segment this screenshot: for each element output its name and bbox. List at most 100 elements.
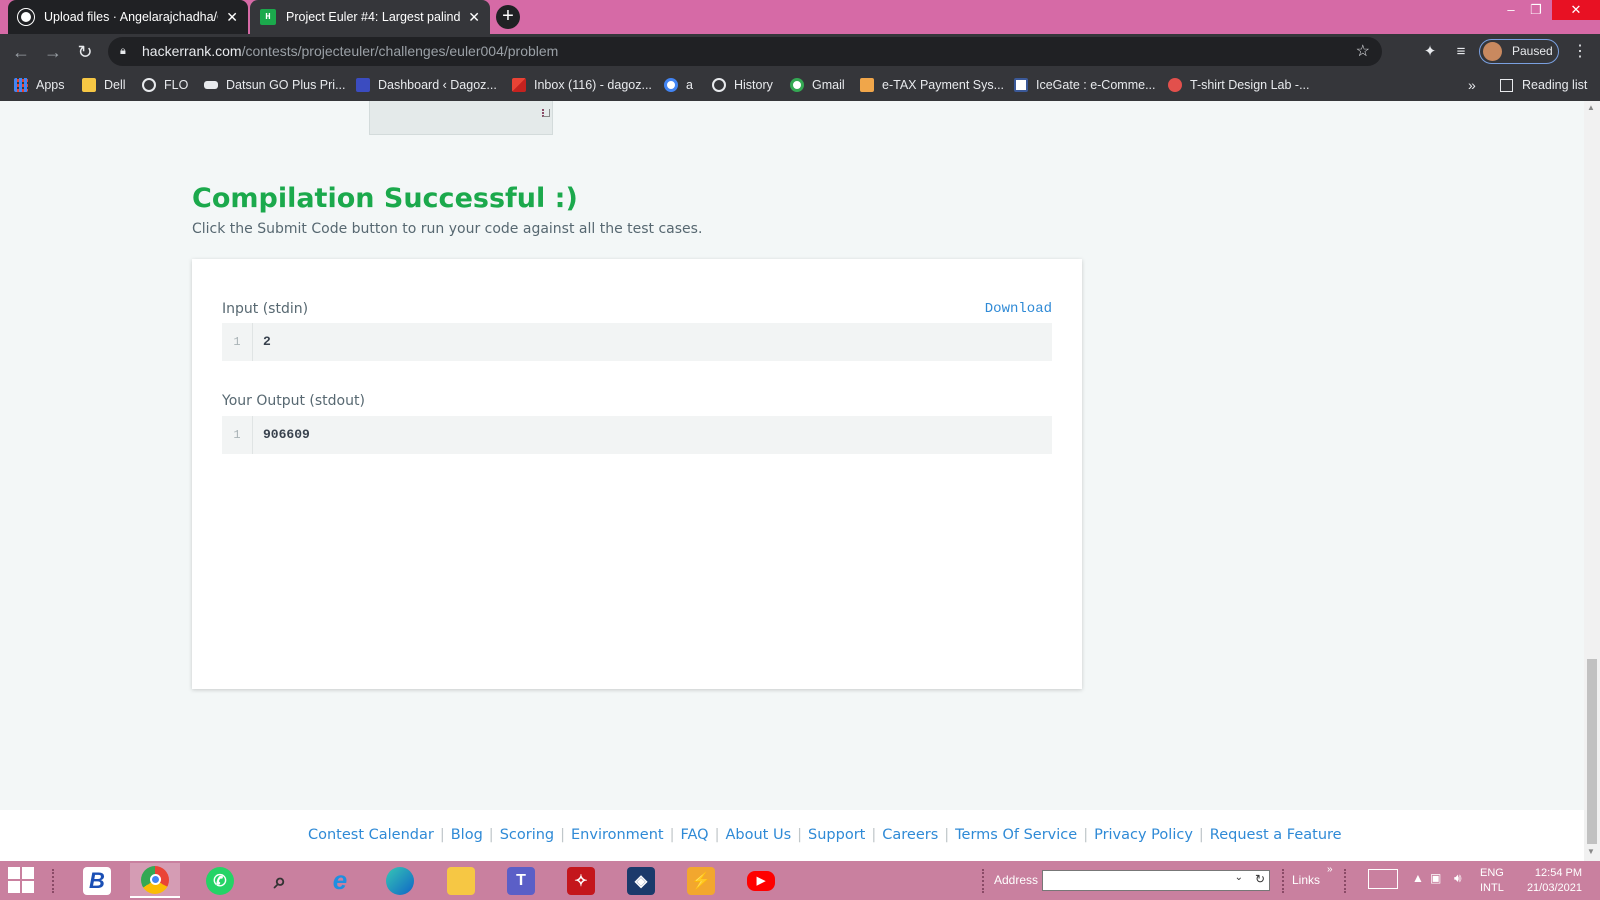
bookmark-flo[interactable]: FLO xyxy=(142,69,188,101)
footer-link-privacy[interactable]: Privacy Policy xyxy=(1094,827,1193,843)
clock-time: 12:54 PM xyxy=(1534,867,1582,879)
bookmark-history[interactable]: History xyxy=(712,69,773,101)
scrollbar-thumb[interactable] xyxy=(1587,659,1597,844)
github-icon xyxy=(18,9,34,25)
taskbar-chrome[interactable] xyxy=(130,863,180,898)
menu-kebab-icon[interactable]: ⋮ xyxy=(1572,41,1588,61)
line-number: 1 xyxy=(222,416,253,454)
taskbar-ie[interactable]: e xyxy=(315,863,365,898)
links-chevron-icon[interactable]: » xyxy=(1327,864,1333,875)
close-window-icon[interactable]: ✕ xyxy=(1552,0,1600,20)
more-bookmarks-icon[interactable]: » xyxy=(1468,69,1476,101)
back-icon[interactable]: ← xyxy=(10,41,32,63)
scroll-down-icon[interactable]: ▼ xyxy=(1587,847,1595,856)
bookmark-tshirt[interactable]: T-shirt Design Lab -... xyxy=(1168,69,1310,101)
windows-start-icon[interactable] xyxy=(8,867,36,895)
compile-status-title: Compilation Successful :) xyxy=(192,183,578,214)
bookmark-a[interactable]: a xyxy=(664,69,693,101)
extensions-icon[interactable]: ✦ xyxy=(1419,41,1441,63)
bookmark-star-icon[interactable]: ☆ xyxy=(1356,37,1370,66)
footer-link-support[interactable]: Support xyxy=(808,827,865,843)
close-tab-icon[interactable]: ✕ xyxy=(226,9,238,26)
bookmark-datsun[interactable]: Datsun GO Plus Pri... xyxy=(204,69,345,101)
pdf-icon: ✧ xyxy=(567,866,595,895)
taskbar-address-input[interactable]: ⌄ ↻ xyxy=(1042,870,1270,891)
reload-icon[interactable]: ↻ xyxy=(74,41,96,63)
footer-link-careers[interactable]: Careers xyxy=(882,827,938,843)
taskbar-virtualbox[interactable]: ◈ xyxy=(616,863,666,898)
separator: | xyxy=(669,827,675,843)
links-toolbar-label[interactable]: Links xyxy=(1292,873,1320,887)
output-label: Your Output (stdout) xyxy=(222,393,365,409)
resize-handle[interactable] xyxy=(542,109,550,117)
taskbar-file-explorer[interactable] xyxy=(436,863,486,898)
media-control-icon[interactable]: ≡ xyxy=(1450,41,1472,63)
bookmark-etax[interactable]: e-TAX Payment Sys... xyxy=(860,69,1004,101)
system-clock[interactable]: 12:54 PM 21/03/2021 xyxy=(1524,866,1582,896)
page-scrollbar[interactable]: ▲ ▼ xyxy=(1584,101,1600,861)
footer-link-terms[interactable]: Terms Of Service xyxy=(955,827,1077,843)
footer-link-scoring[interactable]: Scoring xyxy=(500,827,554,843)
bookmark-dell[interactable]: Dell xyxy=(82,69,126,101)
taskbar-magnifier[interactable]: ⌕ xyxy=(255,863,305,898)
tab-hackerrank[interactable]: H Project Euler #4: Largest palindro ✕ xyxy=(250,0,490,34)
profile-button[interactable]: Paused xyxy=(1479,39,1559,64)
bookmark-label: Dashboard ‹ Dagoz... xyxy=(378,78,497,92)
address-bar[interactable]: 🔒︎ hackerrank.com/contests/projecteuler/… xyxy=(108,37,1382,66)
bookmark-dashboard[interactable]: Dashboard ‹ Dagoz... xyxy=(356,69,497,101)
result-card: Input (stdin) Download 1 2 Your Output (… xyxy=(192,259,1082,689)
page-content: Compilation Successful :) Click the Subm… xyxy=(0,101,1584,861)
bookmarks-bar: Apps Dell FLO Datsun GO Plus Pri... Dash… xyxy=(0,69,1600,101)
scroll-up-icon[interactable]: ▲ xyxy=(1587,103,1595,112)
taskbar-youtube[interactable]: ▶ xyxy=(736,863,786,898)
youtube-icon: ▶ xyxy=(747,870,775,891)
bookmark-inbox[interactable]: Inbox (116) - dagoz... xyxy=(512,69,652,101)
taskbar-grip xyxy=(52,869,56,893)
folder-icon xyxy=(447,866,475,895)
reading-list-button[interactable]: Reading list xyxy=(1500,69,1587,101)
go-refresh-icon[interactable]: ↻ xyxy=(1255,872,1265,886)
taskbar-edge[interactable] xyxy=(375,863,425,898)
custom-input-textarea[interactable] xyxy=(369,101,553,135)
separator: | xyxy=(488,827,494,843)
footer-link-blog[interactable]: Blog xyxy=(451,827,483,843)
taskbar-whatsapp[interactable]: ✆ xyxy=(195,863,245,898)
bookmark-icegate[interactable]: IceGate : e-Comme... xyxy=(1014,69,1155,101)
teams-icon: T xyxy=(507,866,535,895)
tray-chevron-icon[interactable]: ▲ xyxy=(1412,871,1424,885)
separator: | xyxy=(439,827,445,843)
bookmark-gmail[interactable]: Gmail xyxy=(790,69,845,101)
taskbar-acrobat[interactable]: ✧ xyxy=(556,863,606,898)
taskbar-tally[interactable]: ⚡ xyxy=(676,863,726,898)
taskbar-teams[interactable]: T xyxy=(496,863,546,898)
line-number: 1 xyxy=(222,323,253,361)
footer: Contest Calendar | Blog | Scoring | Environmen… xyxy=(0,810,1584,861)
footer-link-request-feature[interactable]: Request a Feature xyxy=(1210,827,1342,843)
footer-link-environment[interactable]: Environment xyxy=(571,827,664,843)
tshirt-icon xyxy=(1168,78,1182,92)
virtualbox-icon: ◈ xyxy=(627,866,655,895)
footer-link-faq[interactable]: FAQ xyxy=(681,827,709,843)
new-tab-button[interactable]: + xyxy=(496,5,520,29)
taskbar-app-b[interactable]: B xyxy=(72,863,122,898)
address-toolbar-label: Address xyxy=(994,873,1039,887)
output-value: 906609 xyxy=(263,427,310,442)
input-language[interactable]: ENG INTL xyxy=(1480,866,1504,896)
bookmark-label: T-shirt Design Lab -... xyxy=(1190,78,1310,92)
profile-label: Paused xyxy=(1512,44,1553,58)
apps-grid-icon xyxy=(14,78,28,92)
network-icon[interactable]: ▣ xyxy=(1430,871,1441,885)
footer-link-about-us[interactable]: About Us xyxy=(725,827,791,843)
touch-keyboard-icon[interactable] xyxy=(1368,869,1398,889)
footer-link-contest-calendar[interactable]: Contest Calendar xyxy=(308,827,434,843)
restore-icon[interactable]: ❐ xyxy=(1525,0,1547,20)
download-link[interactable]: Download xyxy=(985,301,1052,317)
tab-github[interactable]: Upload files · Angelarajchadha/C ✕ xyxy=(8,0,248,34)
chevron-down-icon[interactable]: ⌄ xyxy=(1235,872,1243,883)
close-tab-icon[interactable]: ✕ xyxy=(468,9,480,26)
bookmark-apps[interactable]: Apps xyxy=(14,69,65,101)
forward-icon[interactable]: → xyxy=(42,41,64,63)
minimize-icon[interactable]: – xyxy=(1500,0,1522,20)
volume-icon[interactable]: 🔊︎ xyxy=(1454,871,1462,886)
clock-date: 21/03/2021 xyxy=(1526,882,1582,894)
